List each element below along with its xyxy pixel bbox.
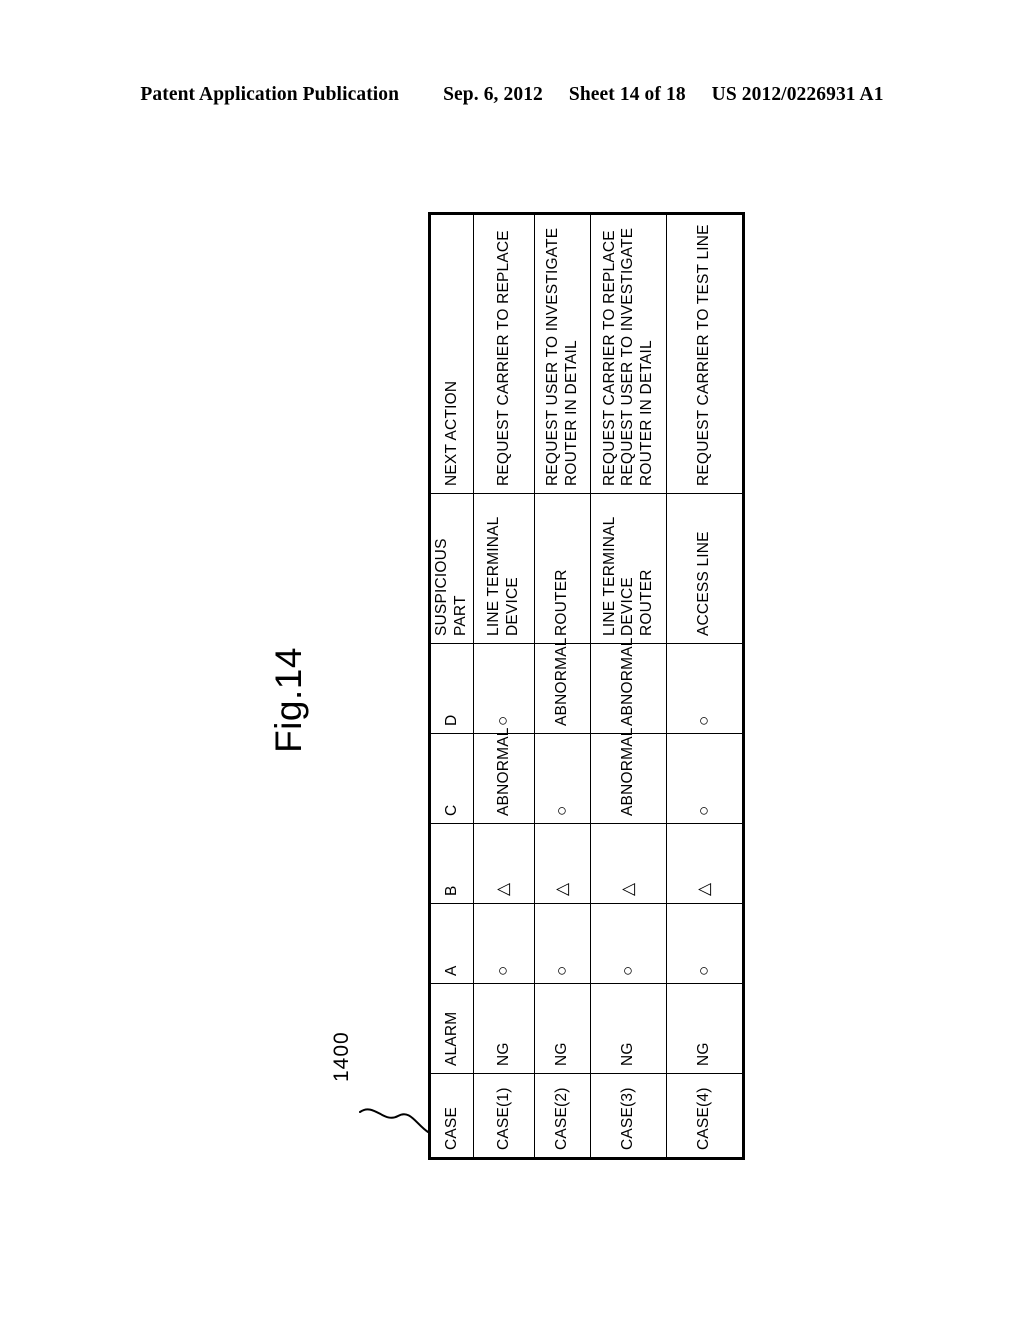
cell-alarm: NG bbox=[666, 983, 744, 1074]
cell-c: ○ bbox=[534, 733, 591, 824]
column-header-b: B bbox=[429, 823, 474, 904]
cell-d: ABNORMAL bbox=[590, 637, 667, 734]
matrix-table: CASE ALARM A B C D SUSPICIOUS PART NEXT … bbox=[428, 212, 745, 1160]
cell-alarm: NG bbox=[534, 983, 591, 1074]
sheet-number: Sheet 14 of 18 bbox=[568, 84, 686, 105]
cell-b: △ bbox=[590, 823, 667, 904]
column-header-d: D bbox=[429, 643, 474, 734]
column-header-c: C bbox=[429, 733, 474, 824]
column-header-suspicious-part: SUSPICIOUS PART bbox=[429, 493, 474, 644]
cell-b: △ bbox=[534, 823, 591, 904]
column-header-case: CASE bbox=[429, 1073, 474, 1159]
cell-a: ○ bbox=[473, 903, 535, 984]
table-row: CASE(4) NG ○ △ ○ ○ ACCESS LINE REQUEST C… bbox=[666, 213, 744, 1159]
patent-page-header: Patent Application Publication Sep. 6, 2… bbox=[0, 84, 1024, 106]
cell-next-action: REQUEST USER TO INVESTIGATE ROUTER IN DE… bbox=[534, 213, 591, 494]
table-row: CASE(3) NG ○ △ ABNORMAL ABNORMAL LINE TE… bbox=[590, 213, 667, 1159]
cell-c: ABNORMAL bbox=[473, 727, 535, 824]
triangle-glyph: △ bbox=[551, 882, 571, 896]
cell-d: ○ bbox=[473, 643, 535, 734]
circle-glyph: ○ bbox=[693, 715, 713, 726]
cell-alarm: NG bbox=[473, 983, 535, 1074]
cell-b: △ bbox=[666, 823, 744, 904]
cell-case: CASE(4) bbox=[666, 1073, 744, 1159]
triangle-glyph: △ bbox=[617, 882, 637, 896]
cell-suspicious-part: LINE TERMINAL DEVICE ROUTER bbox=[590, 493, 667, 644]
cell-case: CASE(2) bbox=[534, 1073, 591, 1159]
cell-a: ○ bbox=[666, 903, 744, 984]
table-row: CASE(1) NG ○ △ ABNORMAL ○ LINE TERMINAL … bbox=[473, 213, 535, 1159]
circle-glyph: ○ bbox=[617, 965, 637, 976]
triangle-glyph: △ bbox=[693, 882, 713, 896]
cell-suspicious-part: ROUTER bbox=[534, 493, 591, 644]
table-header-row: CASE ALARM A B C D SUSPICIOUS PART NEXT … bbox=[429, 213, 474, 1159]
table-row: CASE(2) NG ○ △ ○ ABNORMAL ROUTER REQUEST… bbox=[534, 213, 591, 1159]
leader-line bbox=[359, 1108, 429, 1133]
reference-numeral-1400: 1400 bbox=[330, 1031, 353, 1082]
cell-next-action: REQUEST CARRIER TO REPLACE REQUEST USER … bbox=[590, 213, 667, 494]
cell-b: △ bbox=[473, 823, 535, 904]
column-header-a: A bbox=[429, 903, 474, 984]
cell-d: ABNORMAL bbox=[534, 637, 591, 734]
cell-a: ○ bbox=[534, 903, 591, 984]
publication-date: Sep. 6, 2012 bbox=[443, 84, 543, 105]
cell-suspicious-part: LINE TERMINAL DEVICE bbox=[473, 493, 535, 644]
cell-suspicious-part: ACCESS LINE bbox=[666, 493, 744, 644]
cell-case: CASE(3) bbox=[590, 1073, 667, 1159]
cell-next-action: REQUEST CARRIER TO REPLACE bbox=[473, 213, 535, 494]
publication-label: Patent Application Publication bbox=[140, 84, 400, 105]
circle-glyph: ○ bbox=[551, 965, 571, 976]
document-number: US 2012/0226931 A1 bbox=[711, 84, 884, 105]
case-decision-table: CASE ALARM A B C D SUSPICIOUS PART NEXT … bbox=[428, 212, 745, 1160]
triangle-glyph: △ bbox=[493, 882, 513, 896]
cell-c: ABNORMAL bbox=[590, 727, 667, 824]
circle-glyph: ○ bbox=[693, 965, 713, 976]
circle-glyph: ○ bbox=[493, 715, 513, 726]
circle-glyph: ○ bbox=[493, 965, 513, 976]
cell-alarm: NG bbox=[590, 983, 667, 1074]
cell-case: CASE(1) bbox=[473, 1073, 535, 1159]
circle-glyph: ○ bbox=[693, 805, 713, 816]
cell-a: ○ bbox=[590, 903, 667, 984]
column-header-next-action: NEXT ACTION bbox=[429, 213, 474, 494]
cell-d: ○ bbox=[666, 643, 744, 734]
figure-label: Fig.14 bbox=[268, 647, 309, 753]
cell-c: ○ bbox=[666, 733, 744, 824]
column-header-alarm: ALARM bbox=[429, 983, 474, 1074]
cell-next-action: REQUEST CARRIER TO TEST LINE bbox=[666, 213, 744, 494]
circle-glyph: ○ bbox=[551, 805, 571, 816]
